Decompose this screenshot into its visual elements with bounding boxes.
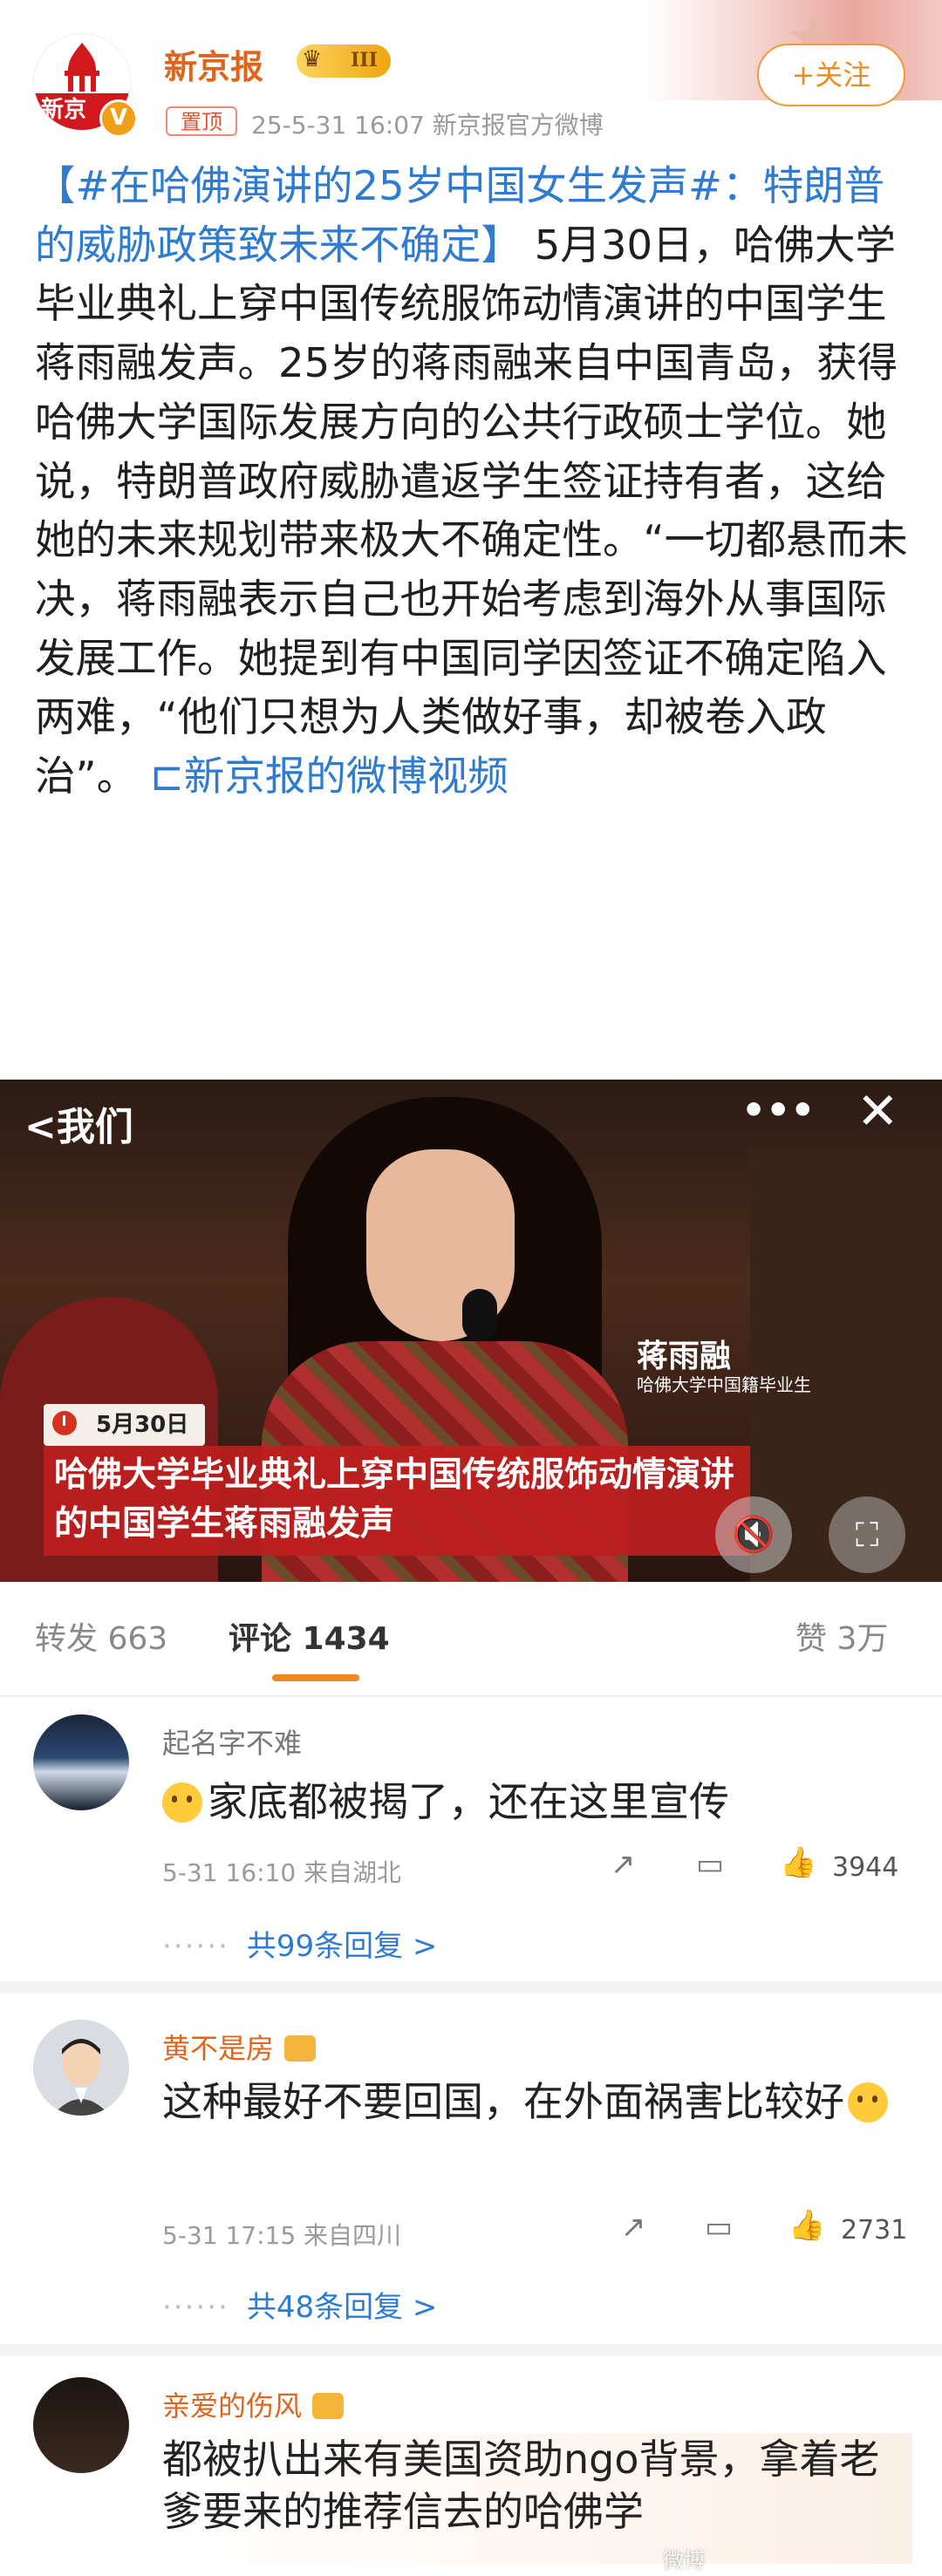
comment-text: 这种最好不要回国，在外面祸害比较好: [162, 2075, 912, 2128]
close-icon[interactable]: ✕: [857, 1081, 899, 1141]
video-link[interactable]: ⊏新京报的微博视频: [150, 753, 509, 800]
follow-button[interactable]: +关注: [757, 44, 905, 106]
pinned-badge: 置顶: [166, 106, 237, 136]
comment-username[interactable]: 起名字不难: [162, 1721, 302, 1762]
crown-icon: ♛: [302, 46, 323, 72]
reply-icon[interactable]: ▭: [696, 1847, 724, 1882]
watermark: 微博: [663, 2548, 705, 2573]
reply-icon[interactable]: ▭: [705, 2210, 733, 2245]
account-name[interactable]: 新京报: [164, 40, 263, 88]
verified-badge-icon: V: [99, 99, 138, 138]
vip-crown-icon: [284, 2035, 317, 2061]
tab-comments[interactable]: 评论 1434: [229, 1613, 390, 1659]
tab-repost[interactable]: 转发 663: [35, 1613, 167, 1659]
like-icon[interactable]: 👍: [780, 1845, 816, 1880]
post-body-text: 5月30日，哈佛大学毕业典礼上穿中国传统服饰动情演讲的中国学生蒋雨融发声。25岁…: [35, 221, 908, 801]
like-icon[interactable]: 👍: [788, 2208, 825, 2243]
comment-meta: 5-31 16:10 来自湖北: [162, 1858, 402, 1887]
laughing-emoji-icon: [848, 2082, 888, 2123]
speaker-title-label: 哈佛大学中国籍毕业生: [637, 1374, 811, 1395]
temple-icon: [65, 43, 99, 92]
like-count: 2731: [841, 2215, 908, 2245]
share-icon[interactable]: ↗: [611, 1847, 636, 1882]
avatar[interactable]: [33, 2377, 129, 2473]
microphone-icon: [462, 1289, 497, 1341]
comment-meta: 5-31 17:15 来自四川: [162, 2221, 402, 2250]
thinking-emoji-icon: [162, 1782, 202, 1823]
view-replies-link[interactable]: ······ 共48条回复 >: [162, 2283, 437, 2326]
comment-text: 家底都被揭了，还在这里宣传: [162, 1775, 912, 1828]
fullscreen-icon[interactable]: ⛶: [829, 1496, 905, 1573]
more-options-icon[interactable]: •••: [741, 1088, 815, 1133]
comment-username[interactable]: 黄不是房: [162, 2027, 317, 2067]
cartoon-person-icon: [33, 2020, 129, 2116]
video-channel-logo: <我们: [24, 1105, 133, 1149]
like-count: 3944: [832, 1852, 899, 1883]
share-icon[interactable]: ↗: [621, 2210, 646, 2245]
vip-crown-icon: [312, 2393, 345, 2419]
clock-icon: [52, 1411, 77, 1435]
member-level-badge: ♛ III: [297, 44, 391, 78]
comment-text: 都被扒出来有美国资助ngo背景，拿着老爹要来的推荐信去的哈佛学: [162, 2433, 912, 2564]
video-caption: 哈佛大学毕业典礼上穿中国传统服饰动情演讲的中国学生蒋雨融发声: [54, 1455, 735, 1544]
mute-icon[interactable]: 🔇: [715, 1496, 792, 1573]
view-replies-link[interactable]: ······ 共99条回复 >: [162, 1922, 437, 1965]
video-date-tag: 5月30日: [44, 1404, 205, 1446]
active-tab-indicator: [272, 1674, 359, 1681]
tab-likes[interactable]: 赞 3万: [795, 1613, 888, 1659]
video-player[interactable]: <我们 ••• ✕ 蒋雨融 哈佛大学中国籍毕业生 5月30日 哈佛大学毕业典礼上…: [0, 1080, 942, 1582]
avatar[interactable]: [33, 1714, 129, 1810]
post-meta: 25-5-31 16:07 新京报官方微博: [251, 111, 604, 140]
speaker-name-label: 蒋雨融: [637, 1339, 732, 1374]
post-text: 【#在哈佛演讲的25岁中国女生发声#：特朗普的威胁政策致未来不确定】 5月30日…: [35, 157, 916, 807]
comment-username[interactable]: 亲爱的伤风: [162, 2384, 345, 2424]
avatar[interactable]: [33, 2020, 129, 2116]
